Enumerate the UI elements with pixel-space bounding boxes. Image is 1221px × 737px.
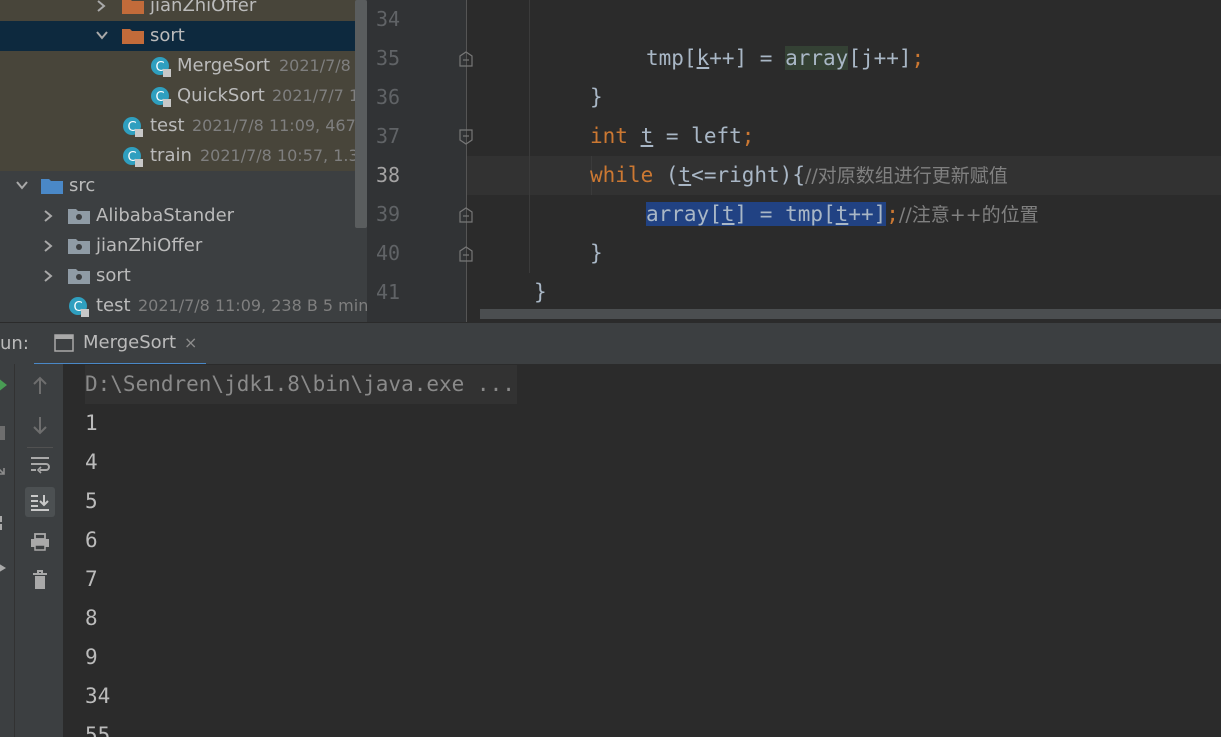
folder-icon [122, 0, 144, 14]
scroll-to-end-icon[interactable] [25, 487, 55, 517]
tree-item-label: jianZhiOffer [96, 235, 203, 256]
stop-icon[interactable] [0, 426, 6, 440]
console-line: 5 [85, 489, 98, 513]
run-left-toolbar [0, 364, 15, 737]
line-number: 40 [376, 241, 401, 265]
tree-item-mergesort[interactable]: C MergeSort 2021/7/8 11: [0, 51, 367, 81]
pin-icon[interactable] [0, 560, 10, 576]
down-arrow-icon[interactable] [25, 410, 55, 440]
tree-item-train[interactable]: C train 2021/7/8 10:57, 1.3 kB [0, 141, 367, 171]
layout-icon[interactable] [0, 516, 10, 530]
line-number: 34 [376, 7, 401, 31]
package-icon [68, 209, 90, 224]
tree-item-sort-src[interactable]: sort [0, 261, 360, 291]
tree-item-alibabastander[interactable]: AlibabaStander [0, 201, 360, 231]
code-editor[interactable]: 34 35 36 37 38 39 40 41 tmp[k++] = array… [367, 0, 1221, 322]
console-line: 34 [85, 684, 111, 708]
console-line: 9 [85, 645, 98, 669]
run-panel-header: un: MergeSort × [0, 322, 1221, 367]
file-meta: 2021/7/8 11:09, 467 B [192, 116, 367, 135]
line-number-current: 38 [376, 163, 401, 187]
code-line-35: } [467, 39, 1221, 109]
chevron-down-icon[interactable] [95, 21, 109, 51]
trash-icon[interactable] [25, 565, 55, 595]
chevron-right-icon[interactable] [95, 0, 109, 21]
tree-item-label: test [150, 115, 185, 136]
code-token: } [534, 280, 547, 304]
chevron-down-icon[interactable] [15, 171, 29, 201]
tree-item-label: src [69, 175, 96, 196]
close-icon[interactable]: × [184, 333, 197, 352]
up-arrow-icon[interactable] [25, 371, 55, 401]
java-class-icon: C [123, 117, 143, 137]
tree-item-quicksort[interactable]: C QuickSort 2021/7/7 11: [0, 81, 367, 111]
file-meta: 2021/7/8 11:09, 238 B 5 minut [138, 296, 367, 315]
tree-item-label: sort [150, 25, 185, 46]
java-class-icon: C [151, 87, 171, 107]
chevron-right-icon[interactable] [42, 261, 56, 291]
tree-item-label: train [150, 145, 192, 166]
line-number: 39 [376, 202, 401, 226]
tree-scrollbar[interactable] [355, 0, 367, 228]
console-output[interactable]: D:\Sendren\jdk1.8\bin\java.exe ... 1 4 5… [63, 364, 1221, 737]
tree-item-jianzhioffer-src[interactable]: jianZhiOffer [0, 231, 360, 261]
package-icon [68, 239, 90, 254]
console-icon [54, 334, 74, 352]
tab-label: MergeSort [83, 332, 177, 353]
line-number: 37 [376, 124, 401, 148]
tree-item-label: QuickSort [177, 85, 265, 106]
console-line: 6 [85, 528, 98, 552]
code-line-38: array[t] = tmp[t++];//注意++的位置 [467, 156, 1221, 226]
tree-item-label: sort [96, 265, 131, 286]
folder-icon [41, 179, 63, 194]
soft-wrap-icon[interactable] [25, 450, 55, 480]
tree-item-src[interactable]: src [0, 171, 360, 201]
console-line: 1 [85, 411, 98, 435]
console-line: 7 [85, 567, 98, 591]
code-line-37: while (t<=right){//对原数组进行更新赋值 [467, 117, 1221, 187]
file-meta: 2021/7/8 10:57, 1.3 kB [200, 146, 367, 165]
console-line: 4 [85, 450, 98, 474]
chevron-right-icon[interactable] [42, 201, 56, 231]
console-command-line: D:\Sendren\jdk1.8\bin\java.exe ... [85, 365, 517, 404]
package-icon [68, 269, 90, 284]
tree-item-label: AlibabaStander [96, 205, 235, 226]
tree-item-label: test [96, 295, 131, 316]
line-number: 36 [376, 85, 401, 109]
project-tree-panel: jianZhiOffer sort C MergeSort 2021/7/8 1… [0, 0, 367, 322]
java-class-icon: C [69, 297, 89, 317]
editor-horizontal-scrollbar[interactable] [480, 309, 1221, 319]
tab-mergesort[interactable]: MergeSort × [34, 323, 206, 367]
code-line-36: int t = left; [467, 78, 1221, 148]
run-console-toolbar [15, 364, 63, 737]
tree-item-test[interactable]: C test 2021/7/8 11:09, 467 B [0, 111, 367, 141]
print-icon[interactable] [25, 527, 55, 557]
tree-item-test-src[interactable]: C test 2021/7/8 11:09, 238 B 5 minut [0, 291, 367, 321]
code-line-39: } [467, 195, 1221, 265]
java-class-icon: C [151, 57, 171, 77]
file-meta: 2021/7/8 11: [279, 56, 367, 75]
tree-item-label: jianZhiOffer [150, 0, 257, 16]
file-meta: 2021/7/7 11: [272, 86, 367, 105]
code-line-40: } [467, 234, 1221, 304]
tree-item-label: MergeSort [177, 55, 271, 76]
toolbar-divider [27, 447, 53, 448]
folder-icon [122, 29, 144, 44]
tree-item-sort[interactable]: sort [0, 21, 360, 51]
rerun-icon[interactable] [0, 378, 8, 392]
java-class-icon: C [123, 147, 143, 167]
code-line-34: tmp[k++] = array[j++]; [467, 0, 1221, 70]
restore-layout-icon[interactable] [0, 464, 10, 480]
tree-item-jianzhioffer[interactable]: jianZhiOffer [0, 0, 360, 21]
run-label: un: [0, 333, 29, 354]
chevron-right-icon[interactable] [42, 231, 56, 261]
line-number: 41 [376, 280, 401, 304]
console-line: 8 [85, 606, 98, 630]
line-number: 35 [376, 46, 401, 70]
console-line: 55 [85, 723, 111, 737]
